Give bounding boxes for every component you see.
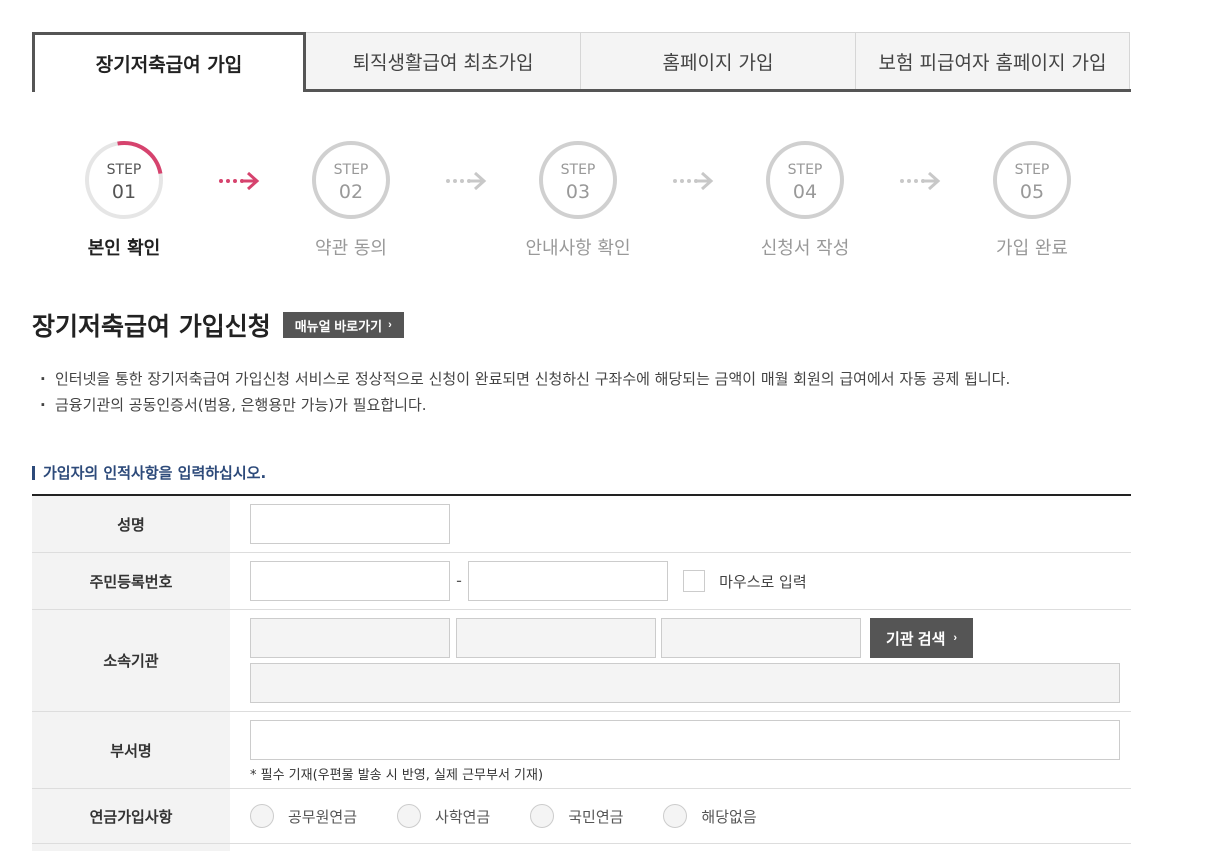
next-row-cell <box>230 844 1131 851</box>
checkbox-box[interactable] <box>683 570 706 592</box>
step-circle: STEP 01 <box>84 140 164 220</box>
radio-circle[interactable] <box>250 804 274 828</box>
step-1: STEP 01 본인 확인 <box>34 140 214 260</box>
step-number: 05 <box>1019 181 1045 203</box>
arrow-right-icon <box>219 171 260 191</box>
radio-private-school-pension[interactable]: 사학연금 <box>397 804 490 828</box>
mouse-input-checkbox[interactable]: 마우스로 입력 <box>683 561 807 601</box>
heading-bar-icon <box>32 465 35 480</box>
title-row: 장기저축급여 가입신청 매뉴얼 바로가기 › <box>32 307 404 343</box>
rrn-cell: - 마우스로 입력 <box>230 553 1131 609</box>
arrow-right-icon <box>900 171 941 191</box>
rrn-label: 주민등록번호 <box>32 553 230 609</box>
org-full-name-field[interactable] <box>250 663 1120 703</box>
row-organization: 소속기관 기관 검색 › <box>32 610 1131 712</box>
row-name: 성명 <box>32 496 1131 553</box>
step-label: STEP <box>1014 162 1050 178</box>
step-circle: STEP 04 <box>765 140 845 220</box>
step-name: 안내사항 확인 <box>525 238 631 259</box>
row-pension: 연금가입사항 공무원연금 사학연금 국민연금 해당없음 <box>32 789 1131 844</box>
step-label: STEP <box>787 162 823 178</box>
step-number: 04 <box>792 181 818 203</box>
org-search-button-label: 기관 검색 <box>886 630 946 648</box>
pension-label: 연금가입사항 <box>32 789 230 843</box>
applicant-form: 성명 주민등록번호 - 마우스로 입력 소속기관 기관 검색 › 부서명 * 필수… <box>32 494 1131 851</box>
notice-item: 금융기관의 공동인증서(범용, 은행용만 가능)가 필요합니다. <box>40 392 1150 418</box>
step-name: 본인 확인 <box>87 238 161 259</box>
arrow-right-icon <box>673 171 714 191</box>
row-rrn: 주민등록번호 - 마우스로 입력 <box>32 553 1131 610</box>
step-number: 02 <box>338 181 364 203</box>
dept-label: 부서명 <box>32 712 230 788</box>
org-label: 소속기관 <box>32 610 230 711</box>
tab-homepage-join[interactable]: 홈페이지 가입 <box>580 32 856 89</box>
dept-cell: * 필수 기재(우편물 발송 시 반영, 실제 근무부서 기재) <box>230 712 1131 788</box>
org-field-2[interactable] <box>456 618 656 658</box>
step-name: 신청서 작성 <box>760 238 850 259</box>
row-department: 부서명 * 필수 기재(우편물 발송 시 반영, 실제 근무부서 기재) <box>32 712 1131 789</box>
radio-circle[interactable] <box>663 804 688 828</box>
rrn-front-input[interactable] <box>250 561 450 601</box>
radio-label: 사학연금 <box>435 807 491 826</box>
rrn-separator: - <box>456 571 462 590</box>
dept-note: * 필수 기재(우편물 발송 시 반영, 실제 근무부서 기재) <box>250 768 544 783</box>
step-number: 03 <box>565 181 591 203</box>
arrow-right-icon <box>446 171 487 191</box>
page-title: 장기저축급여 가입신청 <box>32 312 271 341</box>
notice-item: 인터넷을 통한 장기저축급여 가입신청 서비스로 정상적으로 신청이 완료되면 … <box>40 366 1150 392</box>
rrn-back-input[interactable] <box>468 561 668 601</box>
step-label: STEP <box>106 162 142 178</box>
step-circle: STEP 03 <box>538 140 618 220</box>
row-next <box>32 844 1131 851</box>
radio-none[interactable]: 해당없음 <box>663 804 757 828</box>
step-circle: STEP 05 <box>992 140 1072 220</box>
notice-list: 인터넷을 통한 장기저축급여 가입신청 서비스로 정상적으로 신청이 완료되면 … <box>40 366 1150 418</box>
step-name: 가입 완료 <box>996 238 1068 259</box>
step-label: STEP <box>333 162 369 178</box>
name-label: 성명 <box>32 496 230 552</box>
step-number: 01 <box>111 181 137 203</box>
step-4: STEP 04 신청서 작성 <box>715 140 895 260</box>
radio-circle[interactable] <box>530 804 555 828</box>
org-field-3[interactable] <box>661 618 861 658</box>
tab-insured-homepage-join[interactable]: 보험 피급여자 홈페이지 가입 <box>855 32 1130 89</box>
pension-cell: 공무원연금 사학연금 국민연금 해당없음 <box>230 789 1131 843</box>
section-heading-text: 가입자의 인적사항을 입력하십시오. <box>43 464 267 482</box>
manual-button[interactable]: 매뉴얼 바로가기 › <box>282 312 404 338</box>
chevron-right-icon: › <box>388 319 392 331</box>
org-search-button[interactable]: 기관 검색 › <box>870 618 974 658</box>
next-row-header <box>32 844 230 851</box>
name-cell <box>230 496 1131 552</box>
radio-government-pension[interactable]: 공무원연금 <box>250 804 357 828</box>
tab-long-term-savings[interactable]: 장기저축급여 가입 <box>32 32 306 92</box>
tab-retirement-benefit[interactable]: 퇴직생활급여 최초가입 <box>305 32 581 89</box>
step-circle: STEP 02 <box>311 140 391 220</box>
radio-label: 국민연금 <box>568 807 624 826</box>
step-2: STEP 02 약관 동의 <box>261 140 441 260</box>
radio-circle[interactable] <box>397 804 422 828</box>
chevron-right-icon: › <box>953 632 958 644</box>
pension-radio-group: 공무원연금 사학연금 국민연금 해당없음 <box>250 797 1131 835</box>
step-progress: STEP 01 본인 확인 STEP 02 약관 동의 STEP 03 안내사항… <box>0 140 1217 270</box>
step-name: 약관 동의 <box>315 238 387 259</box>
name-input[interactable] <box>250 504 450 544</box>
step-5: STEP 05 가입 완료 <box>942 140 1122 260</box>
radio-label: 해당없음 <box>701 807 757 826</box>
org-cell: 기관 검색 › <box>230 610 1131 711</box>
section-heading: 가입자의 인적사항을 입력하십시오. <box>32 462 266 483</box>
department-input[interactable] <box>250 720 1120 760</box>
tab-bar: 장기저축급여 가입 퇴직생활급여 최초가입 홈페이지 가입 보험 피급여자 홈페… <box>32 32 1131 92</box>
radio-national-pension[interactable]: 국민연금 <box>530 804 623 828</box>
org-field-1[interactable] <box>250 618 450 658</box>
step-3: STEP 03 안내사항 확인 <box>488 140 668 260</box>
radio-label: 공무원연금 <box>288 807 358 826</box>
mouse-input-label: 마우스로 입력 <box>719 572 807 591</box>
step-label: STEP <box>560 162 596 178</box>
manual-button-label: 매뉴얼 바로가기 <box>294 318 383 334</box>
